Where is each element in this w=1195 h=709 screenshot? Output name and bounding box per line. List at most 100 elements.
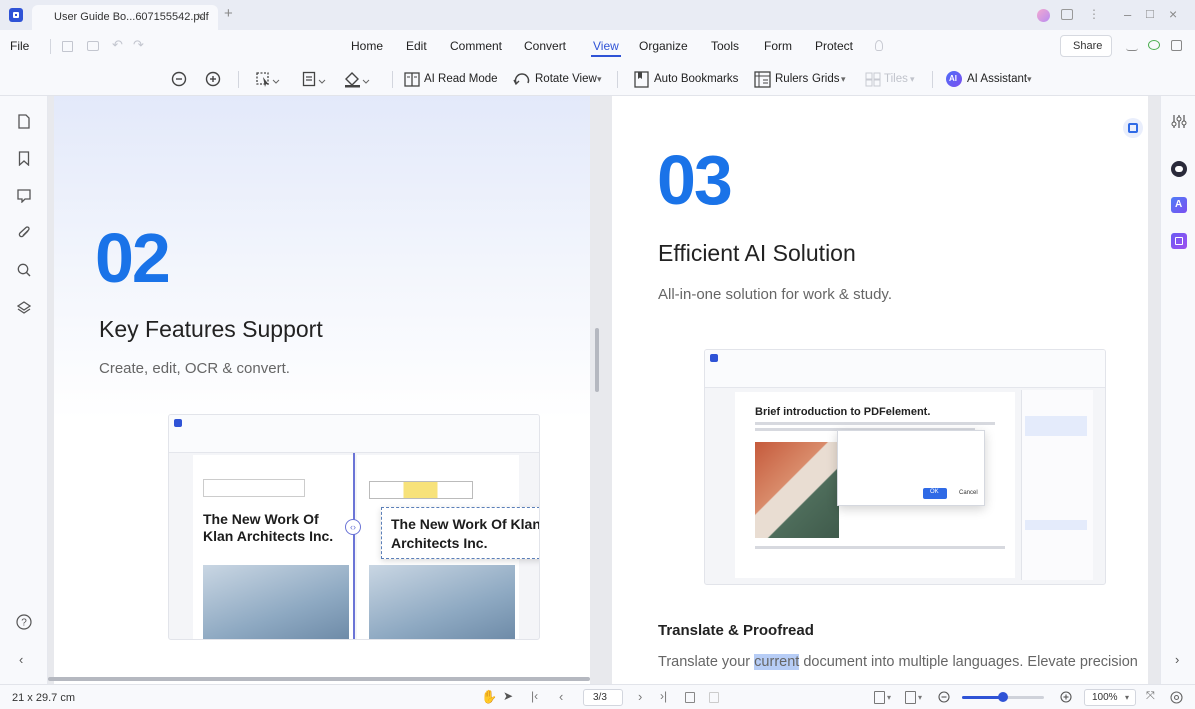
page-view-icon[interactable] (685, 692, 695, 703)
layout-dropdown-icon[interactable]: ▾ (918, 693, 922, 702)
selected-word: current (754, 654, 800, 670)
vertical-scrollbar[interactable] (595, 328, 599, 392)
more-options-icon[interactable]: ⋮ (1088, 7, 1100, 21)
select-cursor-icon[interactable]: ➤ (503, 689, 513, 703)
menu-organize[interactable]: Organize (639, 39, 688, 53)
screenshot-text-left: The New Work Of Klan Architects Inc. (203, 511, 334, 544)
tiles-button[interactable]: Tiles (884, 73, 908, 85)
page-thumbnails-icon[interactable] (18, 114, 30, 129)
horizontal-scrollbar[interactable] (48, 677, 590, 681)
attachments-icon[interactable] (18, 226, 31, 240)
fullscreen-icon[interactable]: ⤧ (1146, 690, 1155, 703)
document-photo (755, 442, 839, 538)
ai-panel-card (1025, 520, 1087, 530)
menu-convert[interactable]: Convert (524, 39, 566, 53)
fit-width-icon[interactable] (1170, 691, 1183, 704)
zoom-out-icon[interactable] (171, 71, 188, 88)
collapse-ribbon-icon[interactable] (1171, 40, 1182, 51)
layout-icon[interactable] (905, 691, 916, 704)
ai-assistant-button[interactable]: AI Assistant (967, 73, 1027, 85)
account-icon[interactable] (1126, 41, 1138, 51)
menu-edit[interactable]: Edit (406, 39, 427, 53)
fit-page-dropdown-icon[interactable]: ▾ (887, 693, 891, 702)
zoom-in-icon[interactable] (1060, 691, 1073, 704)
layers-icon[interactable] (17, 301, 31, 315)
properties-icon[interactable] (1171, 114, 1187, 129)
zoom-value: 100% (1092, 692, 1118, 703)
zoom-in-icon[interactable] (205, 71, 222, 88)
share-button[interactable]: Share (1060, 35, 1112, 57)
app-logo-icon (710, 354, 718, 362)
bookmarks-icon[interactable] (18, 151, 30, 166)
page-indicator: 3/3 (593, 692, 607, 703)
rulers-icon (754, 71, 771, 88)
ai-read-mode-button[interactable]: AI Read Mode (424, 73, 498, 85)
document-canvas[interactable]: 02 Key Features Support Create, edit, OC… (48, 96, 1160, 684)
previous-page-icon[interactable]: ‹ (559, 689, 563, 704)
last-page-icon[interactable]: ›| (660, 689, 667, 703)
close-tab-icon[interactable]: × (197, 9, 204, 23)
ai-assistant-icon: AI (946, 71, 962, 87)
ai-chat-icon[interactable] (1171, 161, 1187, 177)
menu-home[interactable]: Home (351, 39, 383, 53)
collapse-sidebar-icon[interactable]: ‹ (19, 652, 23, 667)
menu-comment[interactable]: Comment (450, 39, 502, 53)
first-page-icon[interactable]: |‹ (531, 689, 538, 703)
ai-float-icon[interactable] (1123, 118, 1143, 138)
rotate-view-dropdown-icon[interactable]: ▾ (597, 74, 602, 85)
rotate-view-button[interactable]: Rotate View (535, 73, 597, 85)
avatar-icon[interactable] (1037, 9, 1050, 22)
zoom-slider-handle[interactable] (998, 692, 1008, 702)
menu-form[interactable]: Form (764, 39, 792, 53)
page-display-icon[interactable] (302, 71, 326, 88)
fit-page-icon[interactable] (874, 691, 885, 704)
menu-protect[interactable]: Protect (815, 39, 853, 53)
menu-file[interactable]: File (10, 39, 29, 53)
subsection-title: Translate & Proofread (658, 622, 814, 639)
zoom-out-icon[interactable] (938, 691, 951, 704)
active-menu-indicator (591, 55, 621, 57)
translate-icon[interactable]: A (1171, 197, 1187, 213)
lightbulb-icon[interactable] (875, 40, 883, 51)
right-sidebar: A › (1160, 96, 1195, 684)
ai-assistant-dropdown-icon[interactable]: ▾ (1027, 74, 1032, 85)
grids-dropdown-icon[interactable]: ▾ (841, 74, 846, 85)
message-icon[interactable] (1061, 9, 1073, 20)
document-tab-label: User Guide Bo...607155542.pdf (54, 11, 209, 23)
search-icon[interactable] (17, 263, 31, 277)
redo-icon[interactable]: ↷ (133, 37, 144, 53)
edit-ai-icon[interactable] (1171, 233, 1187, 249)
auto-bookmarks-button[interactable]: Auto Bookmarks (654, 73, 738, 85)
text-placeholder (755, 422, 995, 425)
cloud-sync-icon[interactable] (1148, 40, 1160, 50)
hand-tool-icon[interactable]: ✋ (481, 689, 497, 705)
two-page-icon[interactable] (709, 692, 719, 703)
new-tab-button[interactable]: + (224, 5, 233, 22)
close-window-button[interactable]: × (1169, 6, 1177, 22)
menu-view[interactable]: View (593, 39, 619, 53)
help-icon[interactable]: ? (16, 614, 32, 630)
grids-button[interactable]: Grids (812, 73, 839, 85)
dialog-ok-label: OK (930, 489, 939, 495)
next-page-icon[interactable]: › (638, 689, 642, 704)
undo-icon[interactable]: ↶ (112, 37, 123, 53)
text-placeholder (755, 546, 1005, 549)
menu-tools[interactable]: Tools (711, 39, 739, 53)
comments-icon[interactable] (17, 189, 31, 203)
save-icon[interactable] (62, 41, 73, 52)
document-tab[interactable]: User Guide Bo...607155542.pdf × (32, 5, 218, 30)
rulers-button[interactable]: Rulers (775, 73, 808, 85)
screenshot-heading: Brief introduction to PDFelement. (755, 406, 931, 418)
background-color-icon[interactable] (344, 71, 370, 88)
tiles-dropdown-icon[interactable]: ▾ (910, 74, 915, 85)
bookmark-icon (634, 71, 649, 88)
zoom-select[interactable]: 100% ▾ (1084, 689, 1136, 706)
print-icon[interactable] (87, 41, 99, 51)
page-input[interactable]: 3/3 (583, 689, 623, 706)
minimize-button[interactable]: – (1124, 7, 1131, 22)
expand-panel-icon[interactable]: › (1175, 652, 1179, 667)
divider (617, 71, 618, 88)
zoom-slider[interactable] (962, 692, 1044, 702)
maximize-button[interactable]: □ (1146, 6, 1154, 21)
select-tool-icon[interactable] (256, 71, 280, 88)
